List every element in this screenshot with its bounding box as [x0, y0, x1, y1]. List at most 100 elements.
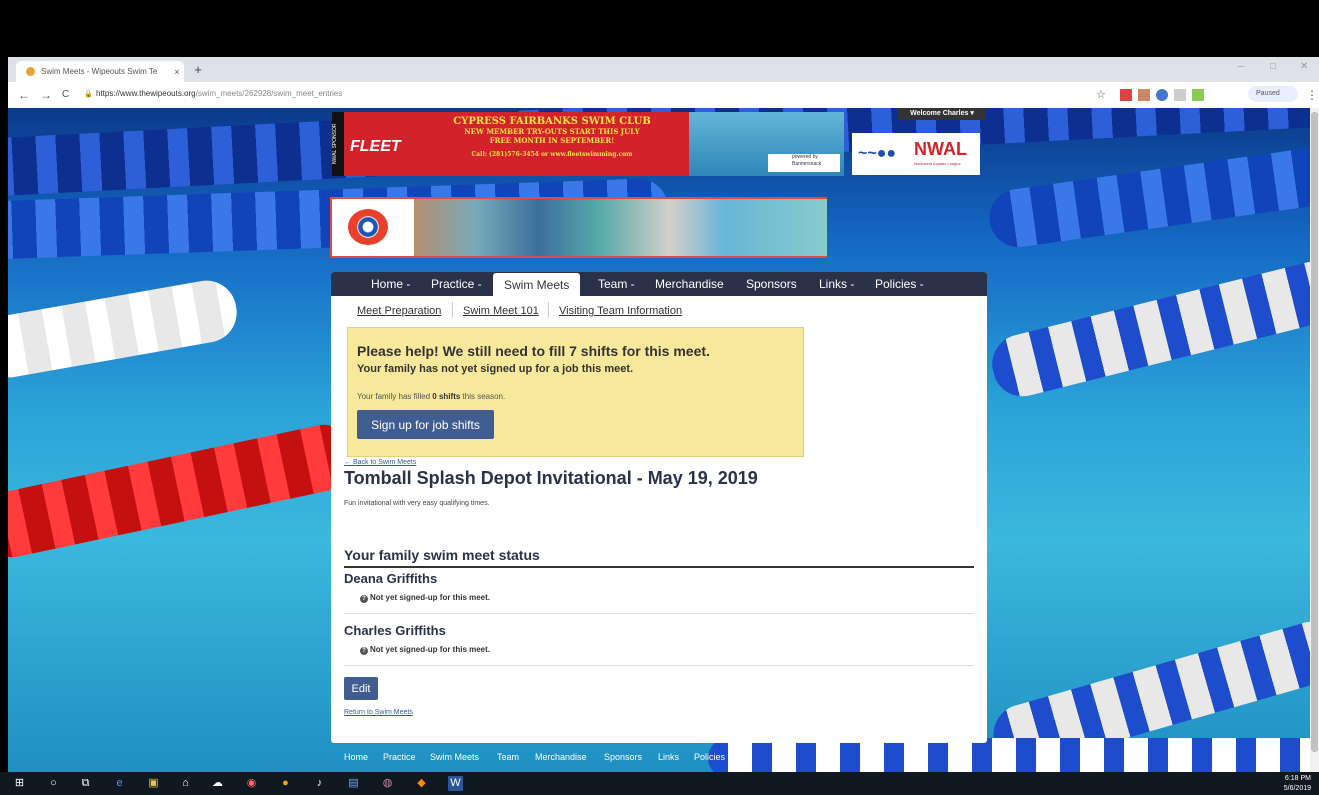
browser-menu-icon[interactable]: ⋮ — [1306, 88, 1318, 102]
team-photo-collage — [414, 199, 827, 256]
swimmer-status: ? Not yet signed-up for this meet. — [360, 593, 490, 603]
nav-links[interactable]: Links - — [819, 272, 854, 296]
club-line-4: Call: (281)576-3454 or www.fleetswimming… — [471, 151, 633, 158]
nwal-waves-icon: ~~●● — [858, 145, 897, 162]
nav-merchandise[interactable]: Merchandise — [655, 272, 724, 296]
edge-icon[interactable]: e — [112, 776, 127, 791]
address-bar-row: ← → C 🔒 https://www.thewipeouts.org/swim… — [8, 82, 1319, 109]
page-scrollbar[interactable] — [1310, 108, 1319, 772]
swimmer-photo: powered by Bannersnack — [689, 112, 844, 176]
app-icon[interactable]: ◍ — [380, 776, 395, 791]
task-view-icon[interactable]: ⧉ — [78, 776, 93, 791]
footer-link-policies[interactable]: Policies — [694, 752, 725, 762]
club-line-2: NEW MEMBER TRY-OUTS START THIS JULY — [464, 127, 640, 136]
nav-sponsors[interactable]: Sponsors — [746, 272, 797, 296]
swimmer-name: Deana Griffiths — [344, 571, 438, 586]
team-logo-banner[interactable] — [330, 197, 827, 258]
lane-rope — [985, 143, 1310, 251]
lane-rope — [985, 255, 1310, 403]
swimmer-status-text: Not yet signed-up for this meet. — [370, 645, 491, 654]
music-app-icon[interactable]: ♪ — [312, 776, 327, 791]
maximize-icon[interactable]: □ — [1270, 61, 1276, 72]
subnav-swim-meet-101[interactable]: Swim Meet 101 — [463, 305, 539, 317]
footer-link-home[interactable]: Home — [344, 752, 368, 762]
footer-link-merchandise[interactable]: Merchandise — [535, 752, 587, 762]
forward-arrow-icon[interactable]: → — [40, 88, 52, 102]
job-shifts-alert: Please help! We still need to fill 7 shi… — [347, 327, 804, 457]
cloud-app-icon[interactable]: ☁ — [210, 776, 225, 791]
url-path: /swim_meets/262928/swim_meet_entries — [195, 89, 343, 98]
extension-icon[interactable] — [1192, 89, 1204, 101]
main-nav: Home - Practice - Swim Meets Team - Merc… — [331, 272, 987, 296]
start-icon[interactable]: ⊞ — [12, 776, 27, 791]
nwal-logo[interactable]: ~~●● NWAL Northwest Aquatic League — [852, 133, 980, 175]
footer-link-sponsors[interactable]: Sponsors — [604, 752, 642, 762]
nwal-subtitle: Northwest Aquatic League — [914, 161, 961, 166]
lock-icon: 🔒 — [84, 91, 93, 98]
clock-time: 6:18 PM — [1284, 775, 1311, 782]
tab-close-icon[interactable]: × — [170, 67, 184, 77]
url-field[interactable]: https://www.thewipeouts.org/swim_meets/2… — [96, 89, 342, 98]
back-to-swim-meets-link[interactable]: ← Back to Swim Meets — [344, 459, 416, 466]
subnav-visiting-team-info[interactable]: Visiting Team Information — [559, 305, 682, 317]
lane-rope — [708, 738, 1310, 772]
nav-swim-meets[interactable]: Swim Meets — [493, 273, 581, 296]
tab-title: Swim Meets - Wipeouts Swim Te — [41, 67, 158, 76]
sponsor-banner[interactable]: NWAL SPONSOR FLEET CYPRESS FAIRBANKS SWI… — [332, 112, 844, 176]
minimize-icon[interactable]: – — [1238, 61, 1244, 72]
sign-up-job-shifts-button[interactable]: Sign up for job shifts — [357, 410, 494, 439]
nav-team[interactable]: Team - — [598, 272, 635, 296]
footer-link-swim-meets[interactable]: Swim Meets — [430, 752, 479, 762]
new-tab-icon[interactable]: + — [190, 62, 206, 78]
system-clock[interactable]: 6:18 PM 5/6/2019 — [1284, 774, 1311, 794]
window-close-icon[interactable]: ✕ — [1300, 61, 1308, 72]
club-ad-text: CYPRESS FAIRBANKS SWIM CLUB NEW MEMBER T… — [422, 116, 682, 158]
team-logo — [348, 209, 388, 245]
nav-practice[interactable]: Practice - — [431, 272, 482, 296]
bookmark-star-icon[interactable]: ☆ — [1096, 88, 1106, 101]
word-icon[interactable]: W — [448, 776, 463, 791]
fleet-logo: FLEET — [350, 138, 401, 155]
nav-policies[interactable]: Policies - — [875, 272, 924, 296]
app-icon[interactable]: ◉ — [244, 776, 259, 791]
club-line-1: CYPRESS FAIRBANKS SWIM CLUB — [453, 116, 651, 127]
swimmer-status: ? Not yet signed-up for this meet. — [360, 645, 490, 655]
extension-icon[interactable] — [1174, 89, 1186, 101]
bannersnack-badge: powered by Bannersnack — [768, 154, 840, 172]
subnav-meet-preparation[interactable]: Meet Preparation — [357, 305, 441, 317]
back-arrow-icon[interactable]: ← — [18, 88, 30, 102]
scrollbar-thumb[interactable] — [1311, 112, 1318, 752]
chrome-icon[interactable]: ● — [278, 776, 293, 791]
footer-link-links[interactable]: Links — [658, 752, 679, 762]
subnav-divider — [548, 302, 549, 318]
app-icon[interactable]: ◆ — [414, 776, 429, 791]
family-status-heading: Your family swim meet status — [344, 547, 540, 563]
question-icon: ? — [360, 647, 368, 655]
browser-tab[interactable]: Swim Meets - Wipeouts Swim Te × — [16, 61, 184, 82]
swimmer-name: Charles Griffiths — [344, 623, 446, 638]
meet-description: Fun invitational with very easy qualifyi… — [344, 500, 490, 507]
file-explorer-icon[interactable]: ▣ — [146, 776, 161, 791]
footer-link-team[interactable]: Team — [497, 752, 519, 762]
shifts-filled-prefix: Your family has filled — [357, 392, 433, 401]
nav-home[interactable]: Home - — [371, 272, 410, 296]
lane-rope — [8, 275, 242, 383]
meet-title: Tomball Splash Depot Invitational - May … — [344, 468, 758, 488]
extension-icon[interactable] — [1156, 89, 1168, 101]
club-line-3: FREE MONTH IN SEPTEMBER! — [489, 136, 615, 145]
edit-button[interactable]: Edit — [344, 677, 378, 700]
app-icon[interactable]: ▤ — [346, 776, 361, 791]
favicon-icon — [26, 67, 35, 76]
footer-link-practice[interactable]: Practice — [383, 752, 416, 762]
extension-icon[interactable] — [1120, 89, 1132, 101]
welcome-user-dropdown[interactable]: Welcome Charles ▾ — [898, 108, 986, 120]
shifts-filled-text: Your family has filled 0 shifts this sea… — [357, 392, 505, 401]
top-black-bar — [0, 0, 1319, 57]
return-to-swim-meets-link[interactable]: Return to Swim Meets — [344, 709, 413, 716]
store-icon[interactable]: ⌂ — [178, 776, 193, 791]
profile-paused-button[interactable]: Paused — [1248, 86, 1298, 102]
reload-icon[interactable]: C — [62, 89, 69, 100]
subnav-divider — [452, 302, 453, 318]
search-icon[interactable]: ○ — [46, 776, 61, 791]
extension-icon[interactable] — [1138, 89, 1150, 101]
